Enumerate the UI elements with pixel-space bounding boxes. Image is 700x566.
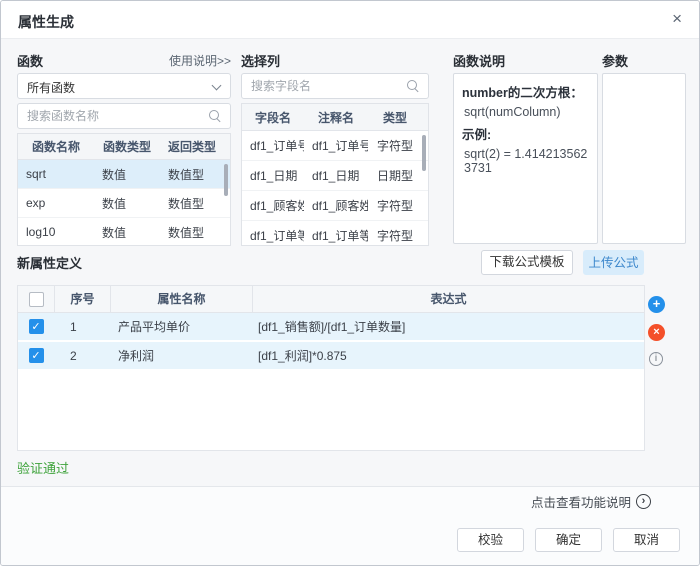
field-comment: df1_日期: [304, 167, 368, 184]
field-search-box: [241, 73, 429, 99]
attribute-index: 1: [54, 320, 110, 334]
column-row[interactable]: df1_顾客姓名 df1_顾客姓名 字符型: [242, 191, 428, 221]
new-attributes-header: 序号 属性名称 表达式: [18, 286, 644, 313]
function-type: 数值: [94, 195, 160, 212]
doc-summary: number的二次方根：: [462, 82, 589, 101]
function-return: 数值型: [160, 166, 224, 183]
attribute-index: 2: [54, 349, 110, 363]
field-name: df1_日期: [242, 167, 304, 184]
usage-instructions-link[interactable]: 使用说明>>: [116, 52, 231, 69]
attribute-expression: [df1_利润]*0.875: [252, 347, 644, 364]
column-row[interactable]: df1_订单等级 df1_订单等级 字符型: [242, 221, 428, 246]
function-table-header: 函数名称 函数类型 返回类型: [18, 134, 230, 160]
col-header: 序号: [54, 286, 110, 313]
params-label: 参数: [602, 51, 628, 70]
function-search-input[interactable]: [18, 104, 230, 128]
attribute-row[interactable]: 1 产品平均单价 [df1_销售额]/[df1_订单数量]: [18, 313, 644, 342]
functions-label: 函数: [17, 51, 43, 70]
field-type: 字符型: [368, 197, 422, 214]
field-comment: df1_顾客姓名: [304, 197, 368, 214]
function-category-value: 所有函数: [27, 79, 75, 96]
function-category-select[interactable]: 所有函数: [17, 73, 231, 99]
params-box: [602, 73, 686, 244]
function-row-log10[interactable]: log10 数值 数值型: [18, 218, 230, 246]
function-table: 函数名称 函数类型 返回类型 sqrt 数值 数值型 exp 数值 数值型 lo…: [17, 133, 231, 246]
upload-formula-button[interactable]: 上传公式: [583, 250, 644, 275]
attribute-name: 净利润: [110, 347, 252, 364]
field-type: 字符型: [368, 137, 422, 154]
columns-table: 字段名 注释名 类型 df1_订单号 df1_订单号 字符型 df1_日期 df…: [241, 103, 429, 246]
function-doc-box: number的二次方根： sqrt(numColumn) 示例: sqrt(2)…: [453, 73, 598, 244]
scrollbar-thumb[interactable]: [422, 135, 426, 171]
function-row-exp[interactable]: exp 数值 数值型: [18, 189, 230, 218]
field-search-input[interactable]: [242, 74, 428, 98]
row-checkbox[interactable]: [29, 319, 44, 334]
attribute-generation-dialog: 属性生成 × 函数 使用说明>> 所有函数 函数名称 函数类型 返回类型 sqr…: [0, 0, 700, 566]
dialog-header: 属性生成 ×: [1, 1, 699, 39]
doc-example-label: 示例:: [462, 124, 589, 143]
columns-label: 选择列: [241, 51, 280, 70]
verify-button[interactable]: 校验: [457, 528, 524, 552]
field-name: df1_订单等级: [242, 227, 304, 244]
search-icon: [209, 110, 222, 123]
validation-status[interactable]: 验证通过: [17, 458, 69, 477]
new-attributes-table: 序号 属性名称 表达式 1 产品平均单价 [df1_销售额]/[df1_订单数量…: [17, 285, 645, 451]
field-comment: df1_订单号: [304, 137, 368, 154]
scrollbar-thumb[interactable]: [224, 164, 228, 196]
info-icon[interactable]: i: [649, 352, 663, 366]
function-return: 数值型: [160, 195, 224, 212]
column-row[interactable]: df1_日期 df1_日期 日期型: [242, 161, 428, 191]
close-icon[interactable]: ×: [672, 9, 682, 29]
add-row-icon[interactable]: +: [648, 296, 665, 313]
confirm-button[interactable]: 确定: [535, 528, 602, 552]
function-doc-label: 函数说明: [453, 51, 505, 70]
col-header: 属性名称: [110, 286, 252, 313]
new-attributes-label: 新属性定义: [17, 253, 82, 272]
columns-table-header: 字段名 注释名 类型: [242, 104, 428, 131]
chevron-down-icon: [212, 81, 222, 91]
dialog-title: 属性生成: [18, 12, 74, 32]
select-all-checkbox[interactable]: [29, 292, 44, 307]
search-icon: [407, 80, 420, 93]
col-header: 类型: [368, 109, 422, 126]
function-name: log10: [18, 225, 94, 239]
download-template-button[interactable]: 下载公式模板: [481, 250, 573, 275]
arrow-right-icon[interactable]: ›: [636, 494, 651, 509]
row-checkbox[interactable]: [29, 348, 44, 363]
delete-row-icon[interactable]: ×: [648, 324, 665, 341]
doc-example: sqrt(2) = 1.4142135623731: [462, 147, 589, 175]
function-type: 数值: [94, 166, 160, 183]
function-name: sqrt: [18, 167, 94, 181]
col-header: 函数名称: [18, 138, 94, 155]
field-type: 字符型: [368, 227, 422, 244]
col-header: 表达式: [252, 286, 644, 313]
function-type: 数值: [94, 224, 160, 241]
col-header: 字段名: [242, 109, 304, 126]
function-search-box: [17, 103, 231, 129]
function-return: 数值型: [160, 224, 224, 241]
attribute-name: 产品平均单价: [110, 318, 252, 335]
attribute-row[interactable]: 2 净利润 [df1_利润]*0.875: [18, 342, 644, 371]
field-name: df1_顾客姓名: [242, 197, 304, 214]
column-row[interactable]: df1_订单号 df1_订单号 字符型: [242, 131, 428, 161]
field-type: 日期型: [368, 167, 422, 184]
help-link[interactable]: 点击查看功能说明: [531, 496, 631, 510]
field-comment: df1_订单等级: [304, 227, 368, 244]
col-header: 函数类型: [94, 138, 160, 155]
function-name: exp: [18, 196, 94, 210]
cancel-button[interactable]: 取消: [613, 528, 680, 552]
attribute-expression: [df1_销售额]/[df1_订单数量]: [252, 318, 644, 335]
col-header: 返回类型: [160, 138, 224, 155]
doc-signature: sqrt(numColumn): [462, 105, 589, 119]
col-header: 注释名: [304, 109, 368, 126]
field-name: df1_订单号: [242, 137, 304, 154]
function-row-sqrt[interactable]: sqrt 数值 数值型: [18, 160, 230, 189]
help-link-row: 点击查看功能说明 ›: [381, 492, 651, 511]
